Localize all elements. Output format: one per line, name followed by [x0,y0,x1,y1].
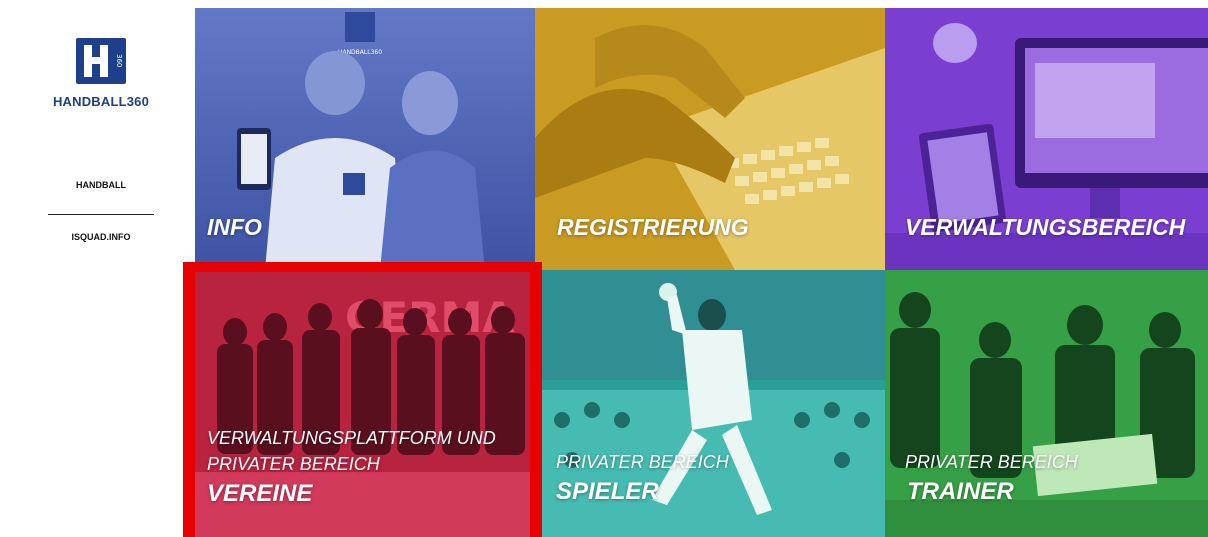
tile-info[interactable]: HANDBALL360 INFO [195,8,535,270]
tile-spieler-label: SPIELER [556,478,659,505]
tile-vereine-label: VEREINE [207,480,313,507]
tile-verwaltungsbereich[interactable]: VERWALTUNGSBEREICH [885,8,1208,270]
brand-logo[interactable]: 360 HANDBALL360 [48,38,154,109]
divider [48,214,154,215]
svg-text:360: 360 [115,54,123,67]
tile-trainer-sub: PRIVATER BEREICH [905,452,1078,472]
tile-spieler-sub: PRIVATER BEREICH [556,452,729,472]
tile-vereine-sub-1: VERWALTUNGSPLATTFORM UND [207,428,496,448]
tile-registrierung-label: REGISTRIERUNG [557,214,749,240]
tile-verwaltungsbereich-label: VERWALTUNGSBEREICH [905,214,1186,240]
tile-vereine-sub-2: PRIVATER BEREICH [207,454,380,474]
tile-info-label: INFO [207,214,262,240]
logo-text: HANDBALL360 [52,94,150,109]
tile-vereine-inner: GERMA VERWALTUNGSPLATTFORM UND PRIVATER … [195,272,530,537]
sidebar: 360 HANDBALL360 HANDBALL ISQUAD.INFO [0,0,195,537]
nav-item-isquad-info[interactable]: ISQUAD.INFO [48,232,154,242]
tile-trainer-label: TRAINER [907,478,1014,505]
tile-vereine[interactable]: GERMA VERWALTUNGSPLATTFORM UND PRIVATER … [183,262,542,537]
logo-mark-icon: 360 [76,38,126,84]
tile-spieler[interactable]: PRIVATER BEREICH SPIELER [542,270,885,537]
tile-trainer[interactable]: PRIVATER BEREICH TRAINER [885,270,1208,537]
tile-registrierung[interactable]: REGISTRIERUNG [535,8,885,270]
nav-item-handball[interactable]: HANDBALL [48,180,154,190]
